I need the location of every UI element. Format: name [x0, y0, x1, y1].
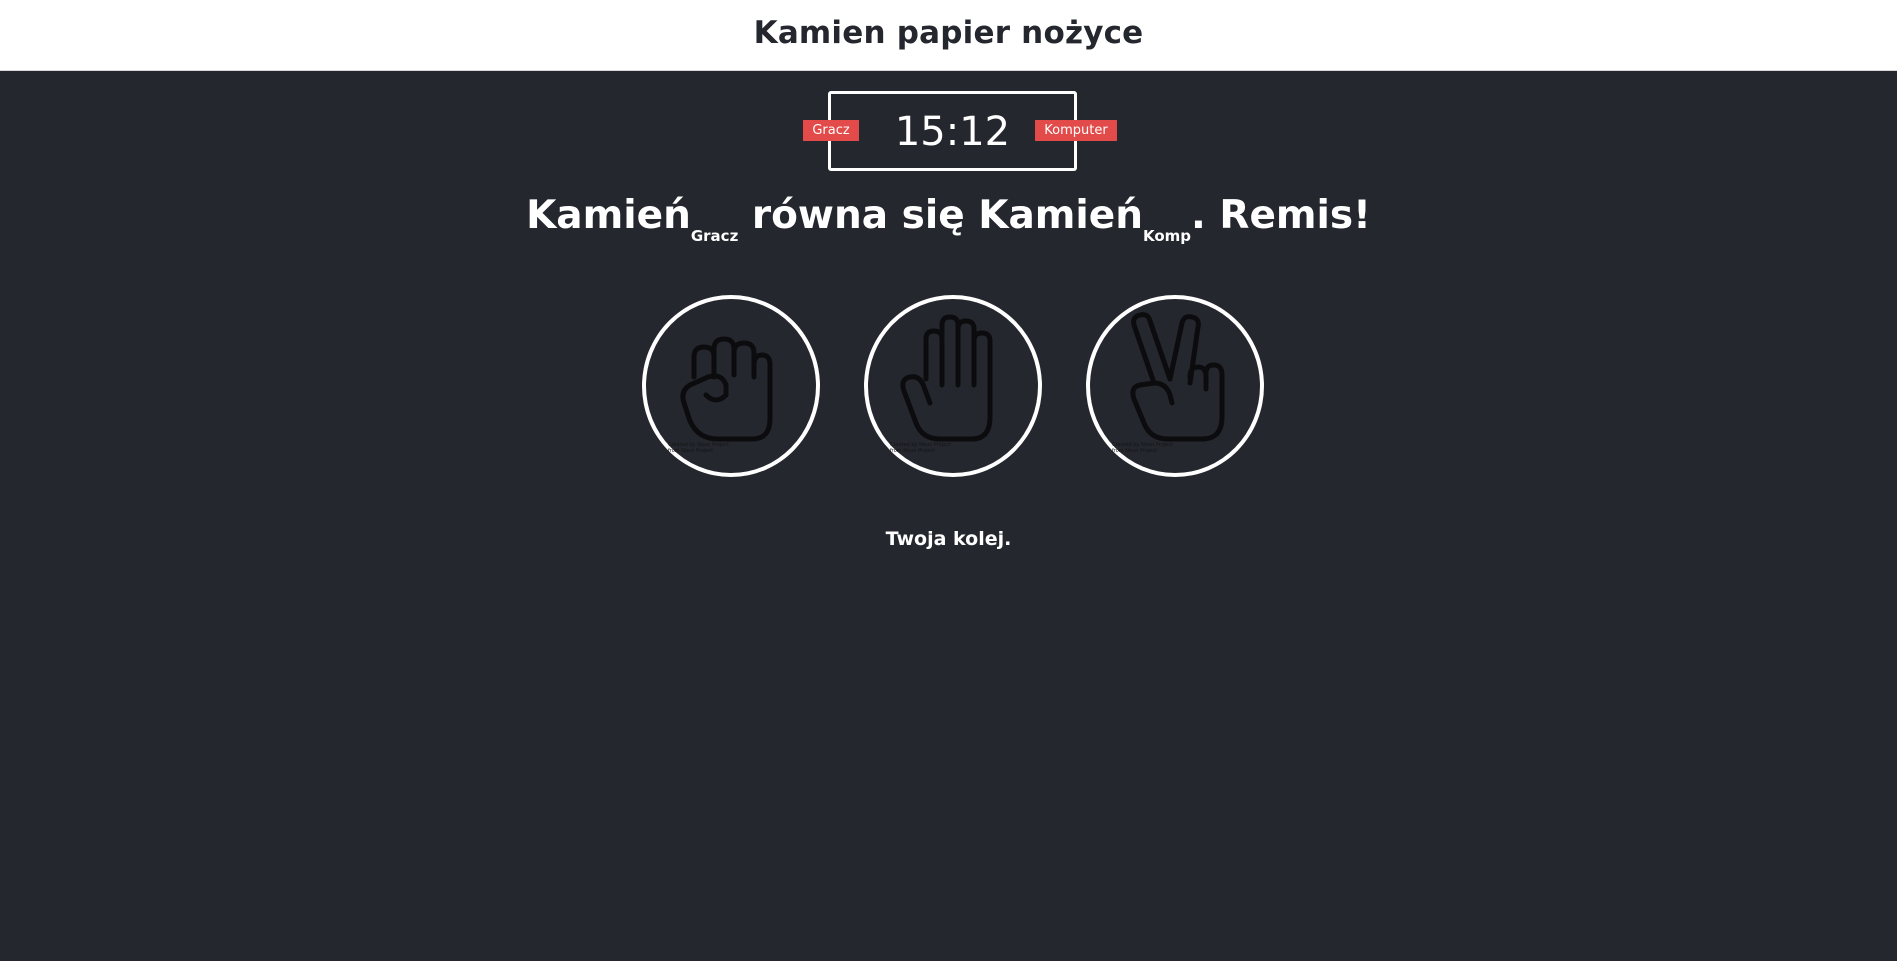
scissors-button[interactable]: Created by Noun Project from Noun Project: [1086, 295, 1264, 477]
user-choice-text: Kamień: [526, 193, 691, 238]
paper-button[interactable]: Created by Noun Project from Noun Project: [864, 295, 1042, 477]
user-score: 15: [894, 109, 946, 155]
computer-choice-text: Kamień: [978, 193, 1143, 238]
result-message: KamieńGracz równa się KamieńKomp. Remis!: [0, 188, 1897, 244]
computer-badge: Komputer: [1035, 120, 1117, 141]
page-title: Kamien papier nożyce: [753, 15, 1144, 51]
rock-button[interactable]: Created by Noun Project from Noun Project: [642, 295, 820, 477]
computer-score: 12: [959, 109, 1011, 155]
result-outcome-text: . Remis!: [1191, 193, 1371, 238]
icon-credit: Created by Noun Project from Noun Project: [890, 442, 951, 454]
header-bar: Kamien papier nożyce: [0, 0, 1897, 71]
score-separator: :: [945, 109, 960, 155]
computer-choice-sub: Komp: [1142, 227, 1192, 245]
turn-message: Twoja kolej.: [885, 528, 1012, 550]
icon-credit: Created by Noun Project from Noun Project: [1112, 442, 1173, 454]
icon-credit: Created by Noun Project from Noun Project: [668, 442, 729, 454]
user-badge: Gracz: [803, 120, 859, 141]
user-choice-sub: Gracz: [690, 227, 739, 245]
result-middle-text: równa się: [738, 193, 979, 238]
